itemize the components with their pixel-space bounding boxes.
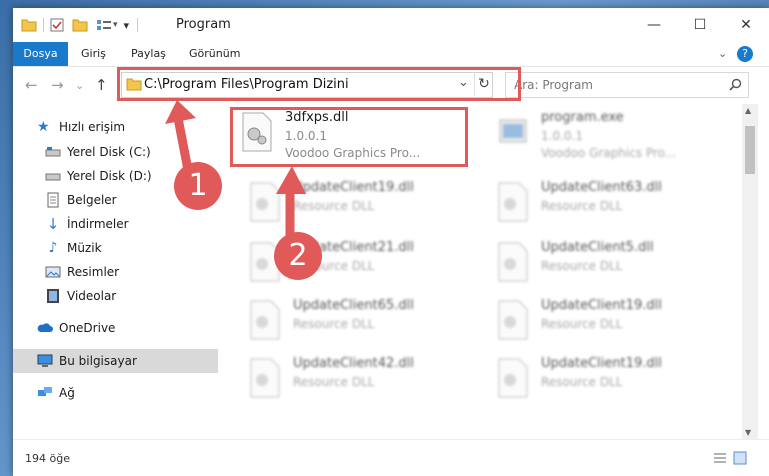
step-badge-1: 1 — [174, 162, 222, 210]
annotation-arrows — [165, 100, 306, 243]
step-badge-2: 2 — [274, 232, 322, 280]
